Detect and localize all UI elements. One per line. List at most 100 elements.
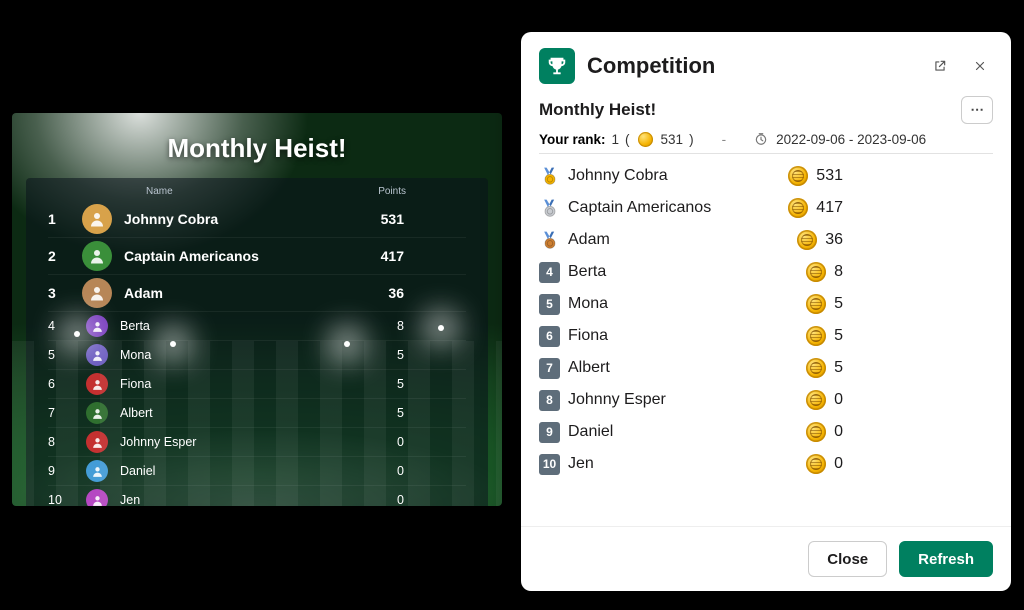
leaderboard-row: 6 Fiona 5: [539, 320, 993, 352]
competition-subtitle: Monthly Heist!: [539, 100, 656, 120]
player-name: Jen: [120, 493, 140, 506]
stadium-row: 5 Mona 5: [48, 341, 466, 370]
player-points: 531: [816, 167, 843, 185]
stadium-title: Monthly Heist!: [12, 113, 502, 164]
avatar: [86, 460, 108, 482]
player-name: Albert: [120, 406, 153, 420]
divider: [539, 153, 993, 154]
rank-tile: 5: [539, 294, 560, 315]
stadium-light: [438, 325, 444, 331]
modal-header: Competition: [521, 32, 1011, 94]
avatar: [82, 241, 112, 271]
rank-meta: Your rank: 1 (531) - 2022-09-06 - 2023-0…: [539, 132, 993, 147]
modal-title: Competition: [587, 53, 715, 79]
avatar: [82, 204, 112, 234]
leaderboard-row: Adam 36: [539, 224, 993, 256]
date-range: 2022-09-06 - 2023-09-06: [776, 132, 926, 147]
rank-number: 6: [48, 377, 70, 391]
player-name: Fiona: [568, 327, 608, 345]
rank-points: 531: [661, 132, 684, 147]
coin-icon: [806, 390, 826, 410]
player-points: 5: [397, 377, 404, 391]
player-name: Daniel: [568, 423, 613, 441]
player-name: Johnny Cobra: [124, 211, 218, 227]
player-name: Adam: [568, 231, 610, 249]
player-name: Fiona: [120, 377, 151, 391]
player-name: Mona: [120, 348, 151, 362]
stadium-row: 10 Jen 0: [48, 486, 466, 506]
silver-medal-icon: [539, 198, 560, 219]
player-name: Johnny Cobra: [568, 167, 668, 185]
player-points: 5: [834, 295, 843, 313]
more-actions-button[interactable]: ⋯: [961, 96, 993, 124]
close-icon[interactable]: [967, 53, 993, 79]
leaderboard-row: 4 Berta 8: [539, 256, 993, 288]
player-points: 5: [397, 348, 404, 362]
player-name: Adam: [124, 285, 163, 301]
player-points: 0: [834, 455, 843, 473]
player-points: 417: [381, 248, 404, 264]
rank-open-paren: (: [625, 132, 630, 147]
rank-tile: 8: [539, 390, 560, 411]
stadium-board: Name Points 1 Johnny Cobra 531 2 Captain…: [26, 178, 488, 506]
player-name: Albert: [568, 359, 610, 377]
avatar: [86, 344, 108, 366]
stadium-light: [74, 331, 80, 337]
stadium-row: 4 Berta 8: [48, 312, 466, 341]
player-name: Berta: [120, 319, 150, 333]
rank-number: 2: [48, 248, 70, 264]
leaderboard-row: Captain Americanos 417: [539, 192, 993, 224]
modal-footer: Close Refresh: [521, 526, 1011, 591]
player-points: 0: [834, 391, 843, 409]
coin-icon: [797, 230, 817, 250]
coin-icon: [806, 326, 826, 346]
rank-number: 9: [48, 464, 70, 478]
stadium-row: 6 Fiona 5: [48, 370, 466, 399]
player-name: Berta: [568, 263, 606, 281]
leaderboard-row: 10 Jen 0: [539, 448, 993, 480]
open-external-icon[interactable]: [927, 53, 953, 79]
leaderboard-row: 9 Daniel 0: [539, 416, 993, 448]
avatar: [86, 373, 108, 395]
close-button[interactable]: Close: [808, 541, 887, 577]
player-points: 531: [381, 211, 404, 227]
stadium-row: 3 Adam 36: [48, 275, 466, 312]
competition-modal: Competition Monthly Heist! ⋯ Your rank: …: [521, 32, 1011, 591]
player-points: 417: [816, 199, 843, 217]
player-name: Captain Americanos: [124, 248, 259, 264]
coin-icon: [806, 262, 826, 282]
leaderboard-row: 7 Albert 5: [539, 352, 993, 384]
player-name: Mona: [568, 295, 608, 313]
header-name: Name: [146, 186, 173, 197]
player-points: 8: [397, 319, 404, 333]
player-points: 0: [834, 423, 843, 441]
coin-icon: [806, 294, 826, 314]
player-name: Daniel: [120, 464, 155, 478]
avatar: [86, 402, 108, 424]
player-points: 5: [834, 359, 843, 377]
header-points: Points: [378, 186, 406, 197]
coin-icon: [806, 358, 826, 378]
player-name: Johnny Esper: [568, 391, 666, 409]
rank-tile: 4: [539, 262, 560, 283]
stadium-row: 7 Albert 5: [48, 399, 466, 428]
rank-number: 4: [48, 319, 70, 333]
player-points: 0: [397, 493, 404, 506]
player-points: 5: [834, 327, 843, 345]
rank-tile: 7: [539, 358, 560, 379]
leaderboard-row: 5 Mona 5: [539, 288, 993, 320]
stadium-row: 9 Daniel 0: [48, 457, 466, 486]
player-points: 0: [397, 435, 404, 449]
avatar: [82, 278, 112, 308]
coin-icon: [806, 422, 826, 442]
stadium-leaderboard: Monthly Heist! Name Points 1 Johnny Cobr…: [12, 113, 502, 506]
rank-value: 1: [612, 132, 620, 147]
leaderboard-row: 8 Johnny Esper 0: [539, 384, 993, 416]
rank-number: 8: [48, 435, 70, 449]
rank-number: 1: [48, 211, 70, 227]
rank-number: 10: [48, 493, 70, 506]
refresh-button[interactable]: Refresh: [899, 541, 993, 577]
rank-close-paren: ): [689, 132, 694, 147]
player-points: 36: [388, 285, 404, 301]
rank-tile: 9: [539, 422, 560, 443]
